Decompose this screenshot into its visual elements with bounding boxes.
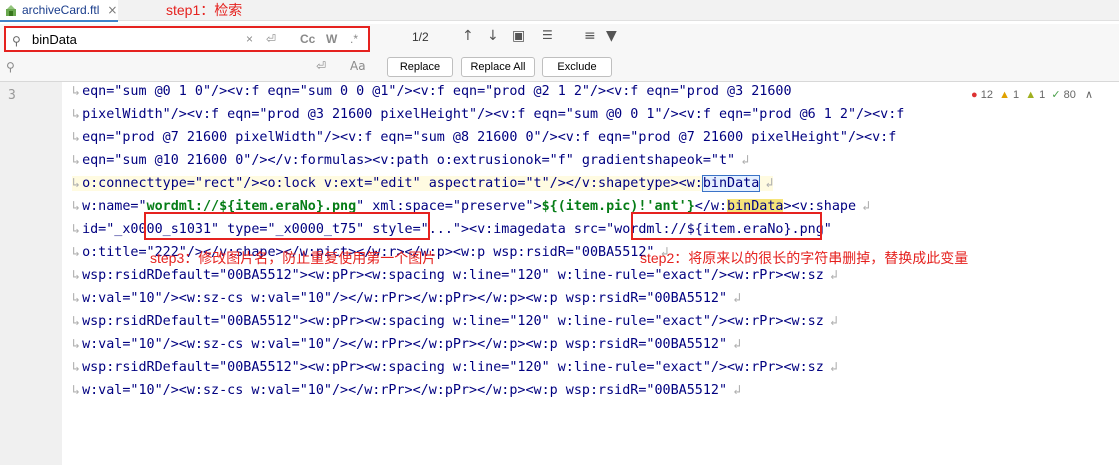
next-match-arrow-down-icon[interactable]: ↓ [487, 28, 499, 44]
soft-wrap-icon: ↳ [72, 84, 81, 99]
code-line: ↳ wsp:rsidRDefault="00BA5512"><w:pPr><w:s… [72, 314, 838, 329]
replace-toolbar: ⚲ ⏎ Aa Replace Replace All Exclude [0, 54, 1119, 82]
soft-wrap-icon: ↳ [72, 176, 81, 191]
soft-wrap-icon: ↳ [72, 199, 81, 214]
exclude-button[interactable]: Exclude [542, 57, 612, 77]
replace-search-icon: ⚲ [6, 60, 15, 74]
match-count: 1/2 [412, 30, 429, 44]
code-line: ↳ w:val="10"/><w:sz-cs w:val="10"/></w:rP… [72, 291, 742, 306]
soft-wrap-end-icon: ↲ [765, 176, 774, 191]
preserve-case-icon[interactable]: Aa [350, 59, 366, 73]
line-number: 3 [8, 88, 16, 103]
soft-wrap-icon: ↳ [72, 153, 81, 168]
code-line: ↳ eqn="sum @0 1 0"/><v:f eqn="sum 0 0 @1"… [72, 84, 792, 99]
annotation-box-step2 [631, 212, 822, 240]
error-count: 12 [980, 89, 993, 101]
match-case-toggle[interactable]: Cc [300, 32, 315, 46]
tab-label: archiveCard.ftl [22, 3, 100, 17]
search-input[interactable]: binData [32, 32, 77, 47]
whole-words-toggle[interactable]: W [326, 32, 337, 46]
inspection-widget[interactable]: ● 12 ▲ 1 ▲ 1 ✓ 80 ∧ [971, 88, 1093, 101]
find-toolbar: ⚲ binData × ⏎ Cc W .* 1/2 ↑ ↓ ▣ ☰ ≡ ▼ [0, 24, 1119, 55]
search-match-current: binData [701, 175, 761, 192]
search-icon: ⚲ [12, 34, 21, 48]
clear-icon[interactable]: × [246, 32, 253, 46]
replace-button[interactable]: Replace [387, 57, 453, 77]
chevron-up-icon[interactable]: ∧ [1085, 89, 1093, 101]
prev-match-arrow-up-icon[interactable]: ↑ [462, 28, 474, 44]
code-line: ↳ w:val="10"/><w:sz-cs w:val="10"/></w:rP… [72, 337, 742, 352]
code-line: ↳ eqn="sum @10 21600 0"/></v:formulas><v:… [72, 153, 750, 168]
annotation-step1: step1：检索 [166, 2, 243, 18]
code-editor[interactable]: ● 12 ▲ 1 ▲ 1 ✓ 80 ∧ ↳ eqn="sum @0 1 0"/><… [62, 82, 1119, 465]
code-line-current: ↳ o:connecttype="rect"/><o:lock v:ext="ed… [72, 175, 774, 192]
soft-wrap-icon: ↳ [72, 130, 81, 145]
code-line: ↳ wsp:rsidRDefault="00BA5512"><w:pPr><w:s… [72, 360, 838, 375]
replace-input[interactable] [24, 57, 304, 77]
soft-wrap-end-icon: ↲ [829, 360, 838, 375]
annotation-box-step3 [144, 212, 430, 240]
annotation-step3: step3：修改图片名，防止重复使用第一个图片 [150, 250, 437, 266]
warning-icon: ▲ [999, 89, 1010, 101]
tab-archivecard-ftl[interactable]: archiveCard.ftl × [0, 0, 118, 22]
warning-count: 1 [1013, 89, 1020, 101]
typo-count: 80 [1063, 89, 1076, 101]
soft-wrap-icon: ↳ [72, 245, 81, 260]
soft-wrap-end-icon: ↲ [733, 291, 742, 306]
annotation-step2: step2：将原来以的很长的字符串删掉，替换成此变量 [640, 250, 969, 266]
soft-wrap-icon: ↳ [72, 337, 81, 352]
weak-warning-count: 1 [1039, 89, 1046, 101]
code-line: ↳ pixelWidth"/><v:f eqn="prod @3 21600 pi… [72, 107, 905, 122]
newline-icon[interactable]: ⏎ [266, 32, 276, 46]
soft-wrap-end-icon: ↲ [733, 337, 742, 352]
weak-warning-icon: ▲ [1025, 89, 1037, 101]
soft-wrap-end-icon: ↲ [733, 383, 742, 398]
replace-all-button[interactable]: Replace All [461, 57, 535, 77]
code-line: ↳ w:val="10"/><w:sz-cs w:val="10"/></w:rP… [72, 383, 742, 398]
soft-wrap-icon: ↳ [72, 383, 81, 398]
code-line: ↳ wsp:rsidRDefault="00BA5512"><w:pPr><w:s… [72, 268, 838, 283]
soft-wrap-end-icon: ↲ [829, 314, 838, 329]
filter-funnel-icon[interactable]: ▼ [606, 28, 617, 44]
close-icon[interactable]: × [107, 3, 117, 17]
soft-wrap-icon: ↳ [72, 291, 81, 306]
filter-in-selection-icon[interactable]: ☰ [542, 28, 553, 42]
soft-wrap-icon: ↳ [72, 360, 81, 375]
search-field-highlight[interactable]: ⚲ binData × ⏎ Cc W .* [4, 26, 370, 52]
newline-icon[interactable]: ⏎ [316, 59, 326, 73]
soft-wrap-icon: ↳ [72, 222, 81, 237]
soft-wrap-end-icon: ↲ [829, 268, 838, 283]
typo-check-icon: ✓ [1051, 89, 1061, 101]
error-icon: ● [971, 89, 978, 101]
soft-wrap-icon: ↳ [72, 268, 81, 283]
soft-wrap-icon: ↳ [72, 107, 81, 122]
code-line: ↳ eqn="prod @7 21600 pixelWidth"/><v:f eq… [72, 130, 897, 145]
soft-wrap-end-icon: ↲ [741, 153, 750, 168]
soft-wrap-icon: ↳ [72, 314, 81, 329]
soft-wrap-end-icon: ↲ [862, 199, 871, 214]
multiline-icon[interactable]: ≡ [584, 28, 596, 44]
regex-toggle[interactable]: .* [350, 32, 358, 46]
select-all-occurrences-icon[interactable]: ▣ [512, 28, 525, 44]
ftl-file-icon [6, 5, 16, 16]
line-gutter: 3 [0, 82, 62, 465]
